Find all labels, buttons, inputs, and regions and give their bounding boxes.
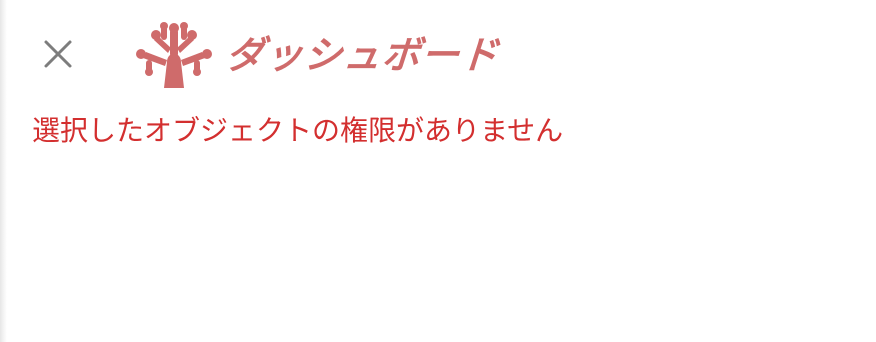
permission-error-message: 選択したオブジェクトの権限がありません (32, 114, 564, 147)
app-logo: ダッシュボード (134, 22, 501, 88)
coral-icon (134, 22, 212, 88)
header: ダッシュボード (0, 0, 876, 110)
logo-text: ダッシュボード (224, 33, 501, 77)
close-icon (38, 34, 78, 74)
close-button[interactable] (38, 34, 78, 74)
page: ダッシュボード 選択したオブジェクトの権限がありません (0, 0, 876, 342)
